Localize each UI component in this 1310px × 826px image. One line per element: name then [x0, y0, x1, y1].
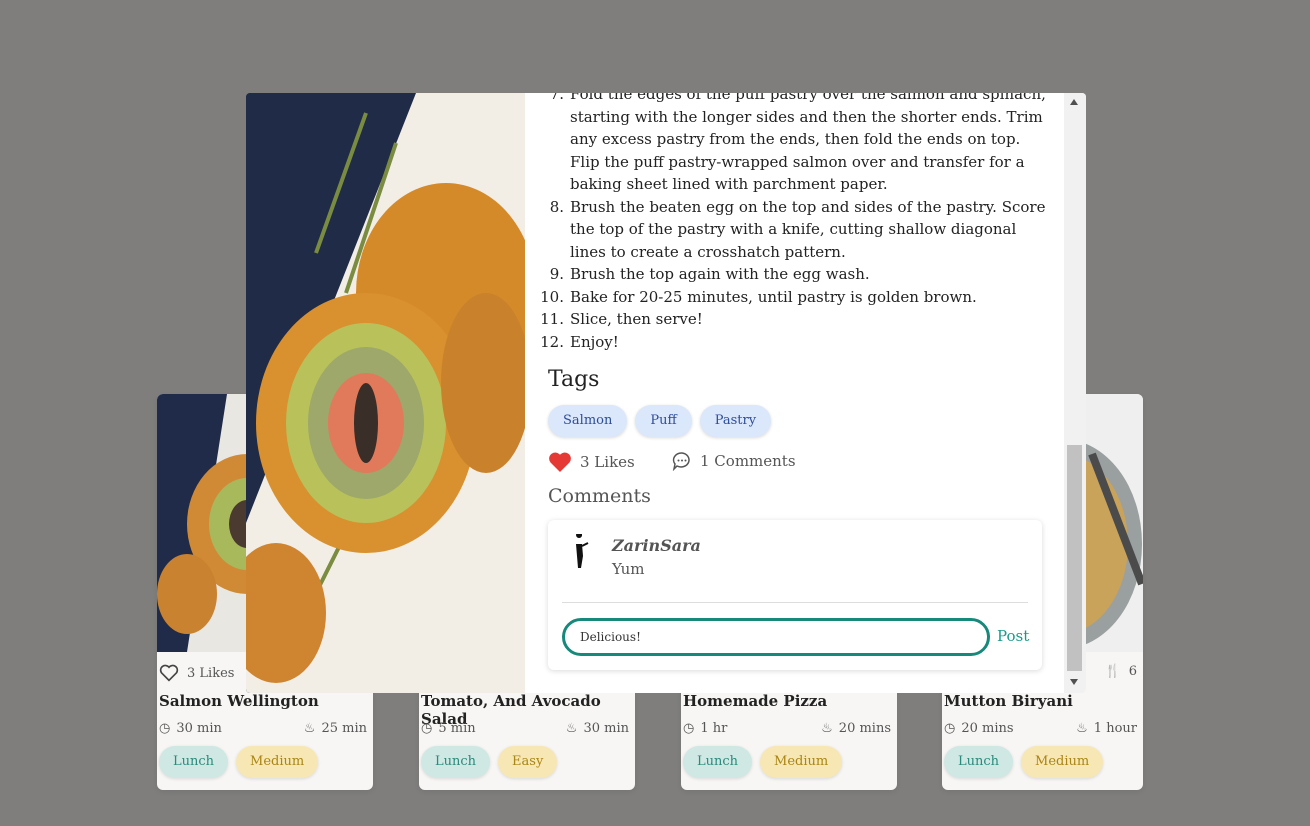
scroll-up-arrow-icon[interactable]: [1070, 99, 1078, 105]
scroll-down-arrow-icon[interactable]: [1070, 679, 1078, 685]
difficulty-chip[interactable]: Medium: [760, 746, 843, 778]
cook-time: ♨ 25 min: [303, 721, 367, 736]
divider: [562, 602, 1028, 603]
instructions-list: 7. Fold the edges of the puff pastry over…: [540, 93, 1050, 353]
instruction-step: 9. Brush the top again with the egg wash.: [549, 265, 870, 283]
comments-heading: Comments: [548, 485, 651, 507]
instruction-step: 10. Bake for 20-25 minutes, until pastry …: [540, 287, 977, 306]
tags-heading: Tags: [548, 367, 600, 392]
meal-chip[interactable]: Lunch: [944, 746, 1014, 778]
clock-icon: ◷: [159, 721, 171, 736]
clock-icon: ◷: [683, 721, 695, 736]
instruction-step: 11. Slice, then serve!: [540, 310, 703, 328]
card-title[interactable]: Salmon Wellington: [159, 692, 319, 710]
card-title[interactable]: Homemade Pizza: [683, 692, 827, 710]
heart-outline-icon[interactable]: [159, 664, 179, 682]
cook-time: ♨ 20 mins: [821, 721, 891, 736]
instruction-step: 8. Brush the beaten egg on the top and si…: [549, 197, 1046, 261]
cook-time: ♨ 30 min: [565, 721, 629, 736]
prep-time: ◷ 30 min: [159, 721, 222, 736]
card-likes[interactable]: 3 Likes: [159, 664, 234, 682]
cooking-pot-icon: ♨: [1076, 721, 1088, 736]
comment-username[interactable]: ZarinSara: [612, 536, 701, 555]
fork-knife-icon: 🍴: [1104, 664, 1121, 679]
comments-count-button[interactable]: 1 Comments: [672, 451, 796, 471]
heart-filled-icon[interactable]: [548, 451, 572, 473]
card-likes-count: 3 Likes: [187, 665, 235, 681]
scrollbar-thumb[interactable]: [1067, 445, 1082, 671]
comments-panel: ZarinSara Yum Post: [548, 520, 1042, 670]
cooking-pot-icon: ♨: [303, 721, 316, 736]
card-serves: 🍴 6: [1104, 664, 1137, 679]
like-button[interactable]: 3 Likes: [548, 451, 635, 473]
prep-time: ◷ 20 mins: [944, 721, 1014, 736]
tag-chip[interactable]: Salmon: [548, 405, 628, 437]
difficulty-chip[interactable]: Easy: [498, 746, 558, 778]
comment-input[interactable]: [562, 618, 990, 656]
post-button[interactable]: Post: [997, 627, 1029, 645]
clock-icon: ◷: [944, 721, 956, 736]
avatar: [562, 534, 598, 570]
recipe-detail-scroll[interactable]: 7. Fold the edges of the puff pastry over…: [525, 93, 1086, 693]
tags-list: Salmon Puff Pastry: [548, 405, 772, 437]
cooking-pot-icon: ♨: [821, 721, 833, 736]
scrollbar[interactable]: [1064, 93, 1086, 693]
cooking-pot-icon: ♨: [565, 721, 578, 736]
cook-time: ♨ 1 hour: [1076, 721, 1137, 736]
difficulty-chip[interactable]: Medium: [1021, 746, 1104, 778]
difficulty-chip[interactable]: Medium: [236, 746, 319, 778]
tag-chip[interactable]: Puff: [635, 405, 692, 437]
comments-count: 1 Comments: [700, 452, 796, 470]
prep-time: ◷ 5 min: [421, 721, 476, 736]
tag-chip[interactable]: Pastry: [699, 405, 772, 437]
likes-count: 3 Likes: [580, 453, 635, 471]
comment-bubble-icon: [672, 452, 690, 471]
instruction-step: 7. Fold the edges of the puff pastry over…: [549, 93, 1046, 193]
meal-chip[interactable]: Lunch: [421, 746, 491, 778]
recipe-modal: 7. Fold the edges of the puff pastry over…: [246, 93, 1086, 693]
prep-time: ◷ 1 hr: [683, 721, 728, 736]
meal-chip[interactable]: Lunch: [683, 746, 753, 778]
meal-chip[interactable]: Lunch: [159, 746, 229, 778]
clock-icon: ◷: [421, 721, 433, 736]
instruction-step: 12. Enjoy!: [540, 332, 619, 351]
recipe-photo: [246, 93, 525, 693]
card-title[interactable]: Mutton Biryani: [944, 692, 1073, 710]
comment-text: Yum: [612, 560, 645, 578]
